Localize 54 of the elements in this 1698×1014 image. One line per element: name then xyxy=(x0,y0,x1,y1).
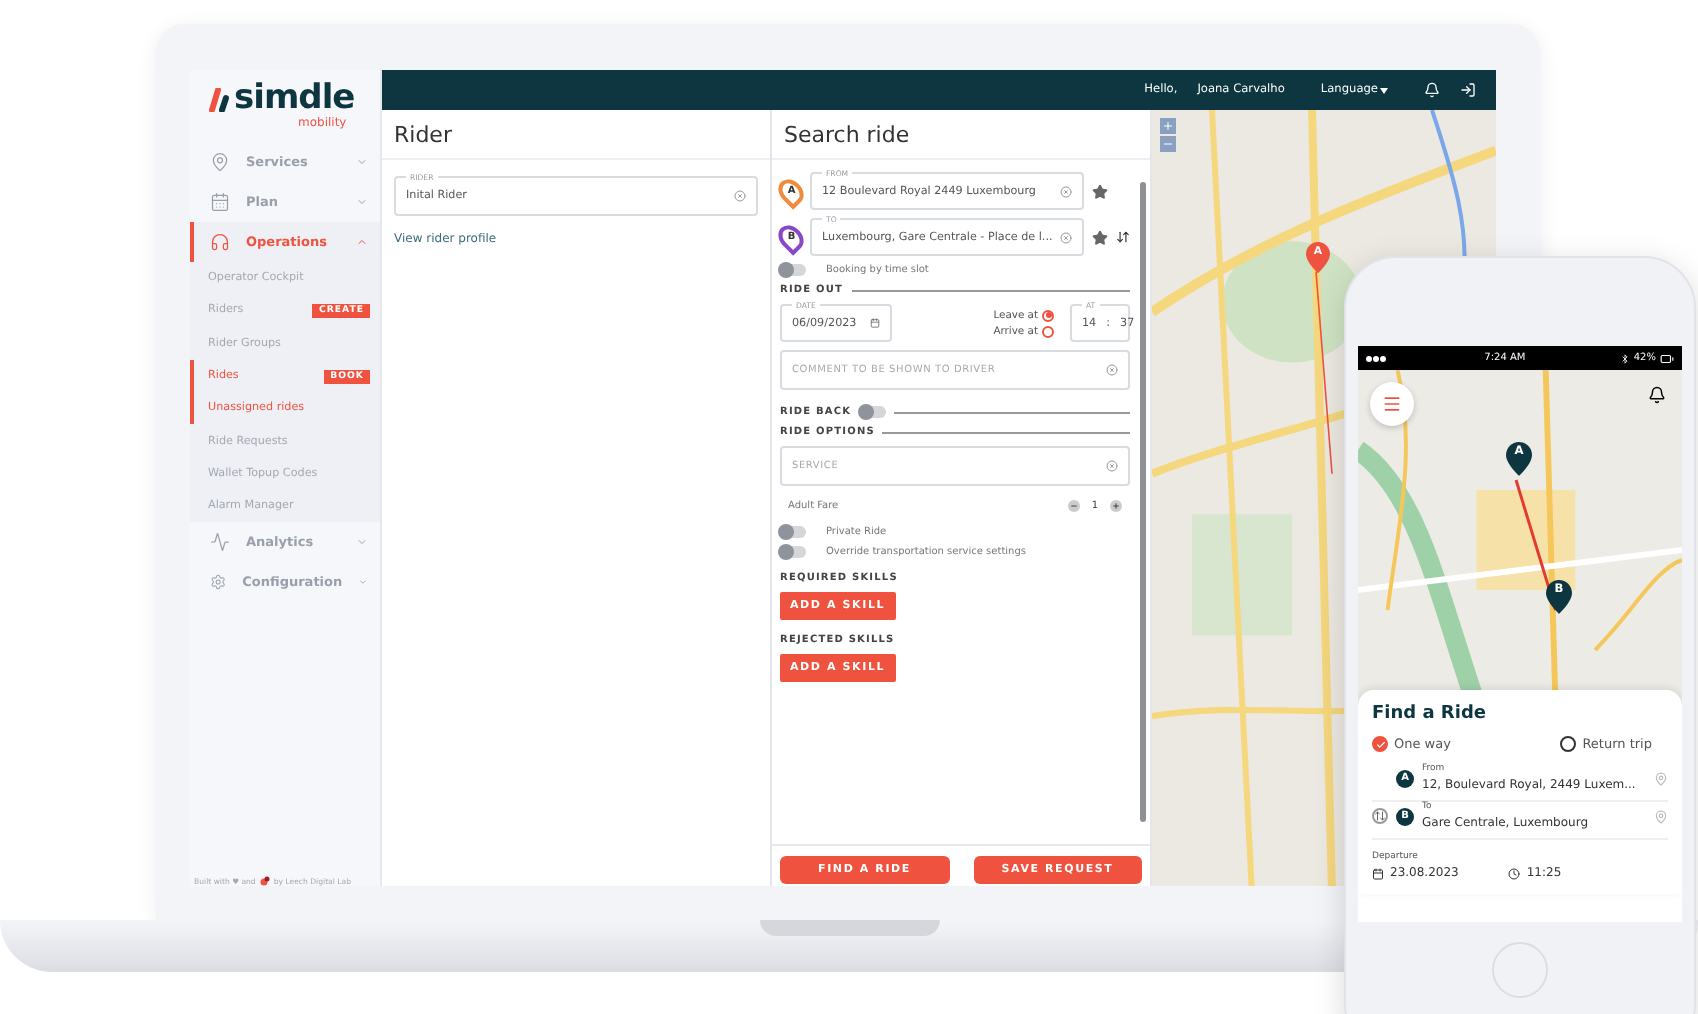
scrollbar[interactable] xyxy=(1140,182,1146,822)
clock-icon xyxy=(1508,867,1521,879)
card-title: Find a Ride xyxy=(1372,704,1488,724)
toggle-switch[interactable] xyxy=(780,546,806,558)
brand-logo: simdle xyxy=(234,82,355,116)
signal-icon xyxy=(1366,355,1390,361)
plus-icon xyxy=(1112,502,1120,510)
headset-icon xyxy=(210,232,230,252)
bell-icon[interactable] xyxy=(1648,386,1666,404)
star-icon[interactable] xyxy=(1092,183,1108,199)
clear-icon[interactable] xyxy=(734,190,746,202)
swap-icon[interactable] xyxy=(1116,230,1130,244)
minus-icon xyxy=(1069,502,1078,510)
toggle-switch[interactable] xyxy=(780,264,806,276)
map-pin-icon xyxy=(210,152,230,172)
panel-title: Search ride xyxy=(772,110,1150,160)
increment-button[interactable] xyxy=(1110,500,1122,512)
chevron-down-icon xyxy=(358,576,368,589)
zoom-out-button[interactable] xyxy=(1160,136,1176,152)
decrement-button[interactable] xyxy=(1067,500,1080,512)
clear-icon[interactable] xyxy=(1106,460,1118,472)
menu-icon xyxy=(1382,394,1402,414)
star-icon[interactable] xyxy=(1092,229,1108,245)
bell-icon[interactable] xyxy=(1424,82,1440,98)
zoom-in-button[interactable] xyxy=(1160,118,1176,134)
toggle-switch[interactable] xyxy=(780,526,806,538)
map-pin-icon[interactable] xyxy=(1654,809,1668,823)
map-pin-icon[interactable] xyxy=(1654,771,1668,785)
bluetooth-icon xyxy=(1619,353,1630,363)
chevron-up-icon xyxy=(356,236,368,248)
logo-mark-icon xyxy=(206,87,230,111)
clear-icon[interactable] xyxy=(1060,231,1072,243)
panel-title: Rider xyxy=(382,110,770,160)
calendar-icon xyxy=(1372,867,1384,879)
radio-button[interactable] xyxy=(1042,325,1054,337)
battery-icon xyxy=(1660,351,1674,365)
calendar-icon xyxy=(870,318,880,328)
berry-icon xyxy=(259,876,270,886)
toggle-switch[interactable] xyxy=(859,406,886,418)
settings-icon xyxy=(210,572,227,593)
calendar-icon xyxy=(210,192,230,212)
chevron-down-icon xyxy=(356,536,368,549)
chevron-down-icon xyxy=(356,196,368,208)
check-icon xyxy=(1375,739,1385,749)
swap-icon[interactable] xyxy=(1372,808,1388,824)
clear-icon[interactable] xyxy=(1060,185,1072,197)
line-chart-icon xyxy=(210,532,230,553)
clear-icon[interactable] xyxy=(1106,364,1118,376)
minus-icon xyxy=(1162,138,1174,150)
caret-icon xyxy=(1380,87,1388,93)
radio-button[interactable] xyxy=(1042,309,1054,321)
chevron-down-icon xyxy=(356,156,368,168)
plus-icon xyxy=(1162,120,1174,132)
logout-icon[interactable] xyxy=(1460,82,1476,98)
